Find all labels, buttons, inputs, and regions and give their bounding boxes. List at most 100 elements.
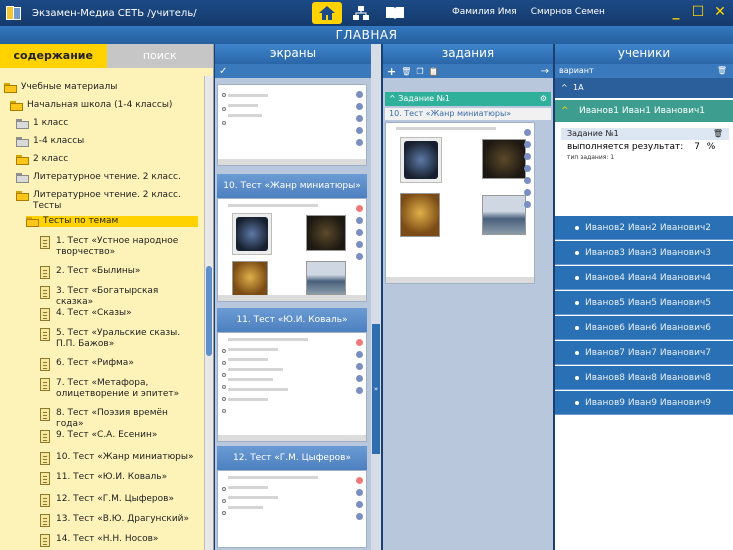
- tree-item-test[interactable]: 2. Тест «Былины»: [40, 266, 198, 279]
- radio-icon: [222, 121, 226, 125]
- screen-card-title[interactable]: 10. Тест «Жанр миниатюры»: [217, 174, 367, 198]
- screen-thumbnail[interactable]: [217, 198, 367, 302]
- tree-item-label: Начальная школа (1-4 классы): [27, 100, 173, 110]
- screens-header: экраны: [215, 44, 371, 64]
- tree-item-test[interactable]: 7. Тест «Метафора, олицетворение и эпите…: [40, 378, 198, 400]
- student-name: Иванов8 Иван8 Иванович8: [585, 373, 711, 383]
- tree-item-test[interactable]: 5. Тест «Уральские сказы. П.П. Бажов»: [40, 328, 198, 350]
- tree-item-test[interactable]: 4. Тест «Сказы»: [40, 308, 198, 321]
- close-button[interactable]: ✕: [713, 4, 727, 20]
- group-row[interactable]: ^ 1А: [555, 78, 733, 98]
- document-icon: [40, 472, 50, 485]
- screen-thumbnail[interactable]: [217, 470, 367, 548]
- student-row[interactable]: Иванов7 Иван7 Иванович7: [555, 341, 733, 365]
- tab-contents[interactable]: содержание: [0, 44, 107, 68]
- student-row[interactable]: Иванов5 Иван5 Иванович5: [555, 291, 733, 315]
- paste-icon[interactable]: 📋: [429, 67, 439, 76]
- student-name: Иванов5 Иван5 Иванович5: [585, 298, 711, 308]
- sidebar-scroll-thumb[interactable]: [206, 266, 212, 356]
- selected-student[interactable]: ^ Иванов1 Иван1 Иванович1: [555, 100, 733, 122]
- delete-icon[interactable]: 🗑: [713, 128, 723, 140]
- tree-item-test[interactable]: 11. Тест «Ю.И. Коваль»: [40, 472, 198, 485]
- tree-item-label: 6. Тест «Рифма»: [56, 358, 134, 368]
- screen-thumbnail[interactable]: [217, 332, 367, 442]
- tree-item-label: 5. Тест «Уральские сказы. П.П. Бажов»: [56, 328, 181, 349]
- bullet-icon: [575, 351, 579, 355]
- tree-folder[interactable]: 1 класс: [16, 118, 198, 129]
- tree-folder[interactable]: Учебные материалы: [4, 82, 198, 93]
- tree-folder[interactable]: Тесты по темам: [26, 216, 198, 227]
- minimize-button[interactable]: _: [669, 4, 683, 20]
- student-row[interactable]: Иванов6 Иван6 Иванович6: [555, 316, 733, 340]
- tree-item-label: 1 класс: [33, 118, 69, 128]
- gear-icon[interactable]: ⚙: [540, 92, 547, 106]
- main-nav: [312, 2, 410, 24]
- student-row[interactable]: Иванов8 Иван8 Иванович8: [555, 366, 733, 390]
- screen-thumbnail[interactable]: [217, 84, 367, 166]
- variant-label: вариант: [559, 66, 594, 75]
- student-row[interactable]: Иванов4 Иван4 Иванович4: [555, 266, 733, 290]
- title-bar: Экзамен-Медиа СЕТЬ /учитель/ Фамилия Имя…: [0, 0, 733, 26]
- tree-item-test[interactable]: 3. Тест «Богатырская сказка»: [40, 286, 198, 308]
- tasks-toolbar: + 🗑 ❐ 📋 →: [383, 64, 553, 78]
- maximize-button[interactable]: ☐: [691, 4, 705, 20]
- radio-icon: [222, 511, 226, 515]
- sidebar-scrollbar[interactable]: [204, 76, 213, 550]
- delete-icon[interactable]: 🗑: [717, 64, 727, 78]
- tree-folder[interactable]: Начальная школа (1-4 классы): [10, 100, 198, 111]
- document-icon: [40, 286, 50, 299]
- screen-card-title[interactable]: 12. Тест «Г.М. Цыферов»: [217, 446, 367, 470]
- student-row[interactable]: Иванов2 Иван2 Иванович2: [555, 216, 733, 240]
- result-unit: %: [706, 142, 716, 152]
- tree-folder[interactable]: Литературное чтение. 2 класс.: [16, 172, 198, 183]
- tree-folder[interactable]: 1-4 классы: [16, 136, 198, 147]
- tree-item-test[interactable]: 13. Тест «В.Ю. Драгунский»: [40, 514, 198, 527]
- folder-icon: [16, 191, 29, 201]
- tree-item-label: Литературное чтение. 2 класс.: [33, 172, 181, 182]
- network-button[interactable]: [346, 2, 376, 24]
- tab-search[interactable]: поиск: [106, 44, 213, 68]
- document-icon: [40, 328, 50, 341]
- tree-item-label: 7. Тест «Метафора, олицетворение и эпите…: [56, 378, 180, 399]
- task-item[interactable]: ^ Задание №1 ⚙: [385, 92, 551, 106]
- tree-item-test[interactable]: 10. Тест «Жанр миниатюры»: [40, 452, 198, 465]
- column-splitter[interactable]: »: [371, 44, 381, 550]
- tasks-header: задания: [383, 44, 553, 64]
- document-icon: [40, 358, 50, 371]
- tree-item-label: 1-4 классы: [33, 136, 85, 146]
- screen-card-title[interactable]: 11. Тест «Ю.И. Коваль»: [217, 308, 367, 332]
- home-button[interactable]: [312, 2, 342, 24]
- folder-icon: [16, 155, 29, 165]
- folder-icon: [16, 173, 29, 183]
- sidebar-tabs: содержание поиск: [0, 44, 213, 68]
- tree-item-test[interactable]: 1. Тест «Устное народное творчество»: [40, 236, 198, 258]
- document-icon: [40, 308, 50, 321]
- tree-folder[interactable]: Литературное чтение. 2 класс. Тесты: [16, 190, 198, 212]
- arrow-right-icon[interactable]: →: [541, 66, 549, 77]
- delete-icon[interactable]: 🗑: [401, 67, 411, 76]
- document-icon: [40, 236, 50, 249]
- folder-icon: [10, 101, 23, 111]
- chevron-up-icon: ^: [389, 94, 396, 103]
- library-button[interactable]: [380, 2, 410, 24]
- tree-item-test[interactable]: 9. Тест «С.А. Есенин»: [40, 430, 198, 443]
- tree-folder[interactable]: 2 класс: [16, 154, 198, 165]
- copy-icon[interactable]: ❐: [416, 67, 423, 76]
- task-screen-title[interactable]: 10. Тест «Жанр миниатюры»: [385, 108, 551, 120]
- check-icon[interactable]: ✓: [219, 66, 227, 77]
- radio-icon: [222, 361, 226, 365]
- user-name-label: Фамилия Имя: [452, 7, 517, 17]
- tree-item-test[interactable]: 12. Тест «Г.М. Цыферов»: [40, 494, 198, 507]
- document-icon: [40, 452, 50, 465]
- radio-icon: [222, 409, 226, 413]
- add-icon[interactable]: +: [387, 65, 396, 78]
- tree-item-test[interactable]: 14. Тест «Н.Н. Носов»: [40, 534, 198, 547]
- thumbnail-side-icons: [524, 129, 531, 213]
- task-screen-thumbnail[interactable]: [385, 122, 535, 284]
- student-row[interactable]: Иванов9 Иван9 Иванович9: [555, 391, 733, 415]
- bullet-icon: [575, 326, 579, 330]
- splitter-grip[interactable]: »: [372, 324, 380, 454]
- student-row[interactable]: Иванов3 Иван3 Иванович3: [555, 241, 733, 265]
- tree-item-test[interactable]: 8. Тест «Поэзия времён года»: [40, 408, 198, 430]
- tree-item-test[interactable]: 6. Тест «Рифма»: [40, 358, 198, 371]
